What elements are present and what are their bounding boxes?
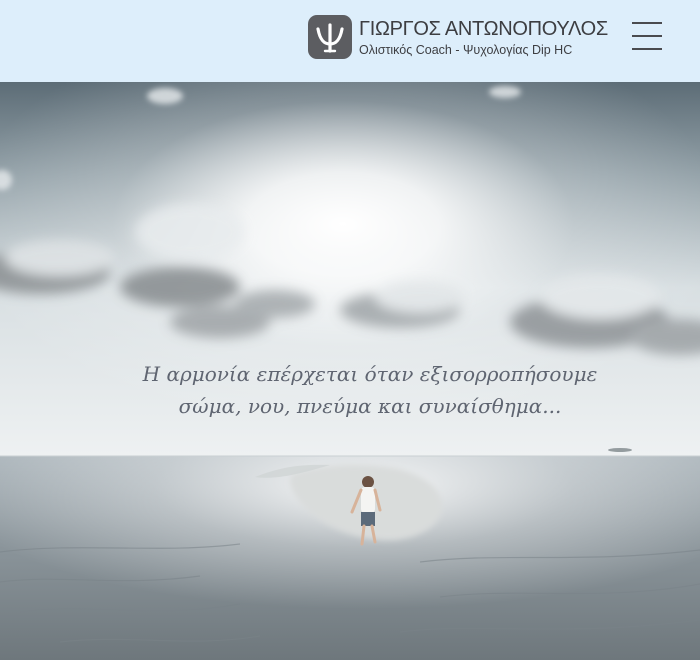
menu-bar <box>632 35 662 37</box>
menu-bar <box>632 22 662 24</box>
hero-banner: Η αρμονία επέρχεται όταν εξισορροπήσουμε… <box>0 82 700 660</box>
logo-title: ΓΙΩΡΓΟΣ ΑΝΤΩΝΟΠΟΥΛΟΣ <box>359 17 608 40</box>
tagline-line-2: σώμα, νου, πνεύμα και συναίσθημα... <box>178 394 562 418</box>
psi-icon <box>308 15 352 59</box>
hero-tagline: Η αρμονία επέρχεται όταν εξισορροπήσουμε… <box>0 358 700 422</box>
logo-subtitle: Ολιστικός Coach - Ψυχολογίας Dip HC <box>359 42 573 57</box>
site-header: ΓΙΩΡΓΟΣ ΑΝΤΩΝΟΠΟΥΛΟΣ Ολιστικός Coach - Ψ… <box>0 0 700 82</box>
tagline-line-1: Η αρμονία επέρχεται όταν εξισορροπήσουμε <box>142 362 598 386</box>
site-logo[interactable]: ΓΙΩΡΓΟΣ ΑΝΤΩΝΟΠΟΥΛΟΣ Ολιστικός Coach - Ψ… <box>308 15 608 59</box>
menu-bar <box>632 48 662 50</box>
logo-text: ΓΙΩΡΓΟΣ ΑΝΤΩΝΟΠΟΥΛΟΣ Ολιστικός Coach - Ψ… <box>359 17 608 58</box>
hamburger-menu-icon[interactable] <box>632 21 662 53</box>
